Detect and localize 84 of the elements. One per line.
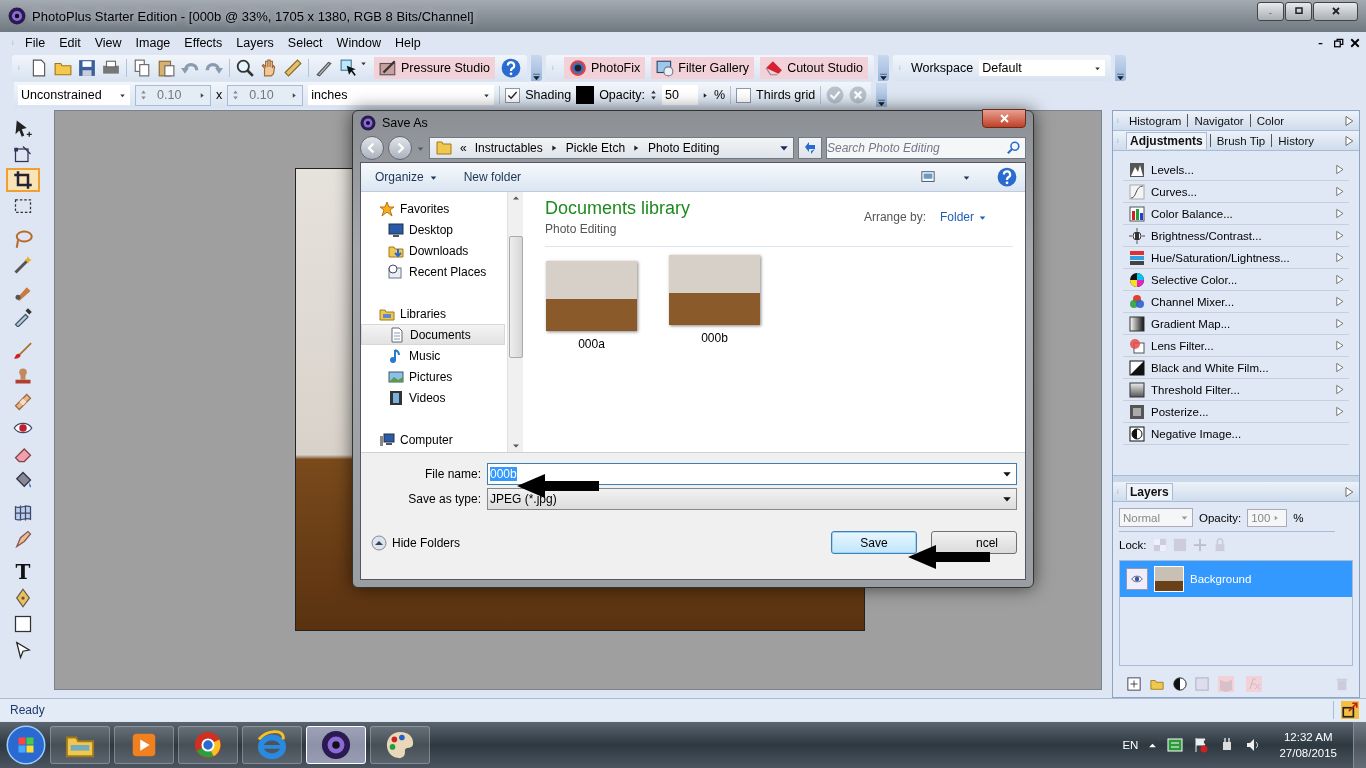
file-type-label: Save as type:: [407, 491, 481, 506]
shading-label: Shading: [525, 88, 572, 102]
panel-tab[interactable]: Histogram: [1126, 113, 1185, 128]
adjustment-item[interactable]: Black and White Film...: [1123, 357, 1349, 379]
breadcrumb-overflow[interactable]: «: [460, 141, 467, 155]
adjustment-item[interactable]: Gradient Map...: [1123, 313, 1349, 335]
clock-date[interactable]: 27/08/2015: [1279, 745, 1337, 761]
navigation-item[interactable]: Music: [361, 345, 507, 366]
percent-label: %: [1293, 511, 1304, 524]
menu-item[interactable]: Help: [388, 34, 428, 52]
adjustment-item[interactable]: Posterize...: [1123, 401, 1349, 423]
search-field[interactable]: Search Photo Editing: [826, 137, 1026, 159]
menu-item[interactable]: Layers: [229, 34, 281, 52]
panel-tab[interactable]: History: [1275, 133, 1318, 148]
navigation-item[interactable]: Desktop: [361, 219, 507, 240]
navigation-item[interactable]: Downloads: [361, 240, 507, 261]
command-button[interactable]: Organize: [375, 170, 438, 184]
lock-label: Lock:: [1119, 539, 1147, 551]
breadcrumb-item[interactable]: Pickle Etch: [565, 141, 626, 155]
arrange-by-dropdown[interactable]: Folder: [940, 210, 987, 224]
panel-tab[interactable]: Brush Tip: [1213, 133, 1269, 148]
menu-item[interactable]: Edit: [52, 34, 88, 52]
percent-label: %: [714, 88, 726, 102]
aspect-ratio-select[interactable]: Unconstrained: [18, 85, 130, 105]
menu-item[interactable]: View: [87, 34, 129, 52]
library-title: Documents library: [545, 198, 691, 219]
studio-button[interactable]: Pressure Studio: [374, 57, 495, 79]
layer-name: Background: [1190, 573, 1252, 585]
workspace-label: Workspace: [910, 61, 974, 75]
save-button[interactable]: Save: [831, 531, 917, 554]
language-indicator[interactable]: EN: [1122, 739, 1139, 751]
command-button[interactable]: New folder: [463, 170, 522, 184]
cancel-button[interactable]: ncel: [931, 531, 1017, 554]
clock-time[interactable]: 12:32 AM: [1283, 729, 1333, 745]
file-name-label[interactable]: 000b: [701, 331, 728, 345]
navigation-item[interactable]: Favorites: [361, 198, 507, 219]
units-select[interactable]: inches: [308, 85, 495, 105]
library-subtitle: Photo Editing: [545, 222, 618, 236]
studio-button[interactable]: Filter Gallery: [651, 57, 755, 79]
workspace-select[interactable]: Default: [979, 60, 1106, 76]
panel-tab[interactable]: Color: [1253, 113, 1288, 128]
adjustment-item[interactable]: Brightness/Contrast...: [1123, 225, 1349, 247]
opacity-label: Opacity:: [1199, 511, 1242, 524]
file-type-select[interactable]: JPEG (*.jpg): [487, 487, 1017, 510]
adjustment-item[interactable]: Levels...: [1123, 159, 1349, 181]
menu-item[interactable]: Image: [128, 34, 178, 52]
studio-button[interactable]: PhotoFix: [563, 57, 646, 79]
studio-button[interactable]: Cutout Studio: [760, 57, 868, 79]
file-name-label[interactable]: 000a: [578, 337, 605, 351]
adjustment-item[interactable]: Threshold Filter...: [1123, 379, 1349, 401]
navigation-item[interactable]: Documents: [361, 324, 505, 345]
arrange-by-label: Arrange by:: [863, 210, 926, 224]
opacity-label: Opacity:: [599, 88, 645, 102]
file-name-label: File name:: [423, 466, 481, 481]
panel-tab[interactable]: Adjustments: [1126, 132, 1207, 149]
opacity-field[interactable]: 50: [662, 85, 698, 105]
adjustment-item[interactable]: Hue/Saturation/Lightness...: [1123, 247, 1349, 269]
menu-item[interactable]: File: [18, 34, 53, 52]
times-label: x: [216, 88, 223, 102]
dialog-title: Save As: [382, 115, 429, 130]
adjustment-item[interactable]: Lens Filter...: [1123, 335, 1349, 357]
panel-tab[interactable]: Layers: [1126, 483, 1173, 500]
address-bar[interactable]: « Instructables Pickle Etch Photo Editing: [429, 137, 794, 159]
menu-item[interactable]: Select: [280, 34, 330, 52]
adjustment-item[interactable]: Curves...: [1123, 181, 1349, 203]
panel-tab[interactable]: Navigator: [1191, 113, 1247, 128]
navigation-item[interactable]: Libraries: [361, 303, 507, 324]
navigation-item[interactable]: Pictures: [361, 366, 507, 387]
text-tool-button[interactable]: T: [6, 560, 40, 584]
menu-item[interactable]: Effects: [177, 34, 230, 52]
navigation-item[interactable]: Videos: [361, 387, 507, 408]
breadcrumb-item[interactable]: Photo Editing: [648, 141, 720, 155]
breadcrumb-item[interactable]: Instructables: [474, 141, 543, 155]
adjustment-item[interactable]: Selective Color...: [1123, 269, 1349, 291]
adjustment-item[interactable]: Channel Mixer...: [1123, 291, 1349, 313]
menu-item[interactable]: Window: [329, 34, 389, 52]
window-title: PhotoPlus Starter Edition - [000b @ 33%, 1705 x 1380, RGB 8 Bits/Channel]: [32, 8, 475, 24]
navigation-item[interactable]: Recent Places: [361, 261, 507, 282]
adjustment-item[interactable]: Color Balance...: [1123, 203, 1349, 225]
hide-folders-button[interactable]: Hide Folders: [371, 534, 461, 551]
status-text: Ready: [10, 703, 45, 717]
navigation-item[interactable]: Computer: [361, 429, 507, 450]
thirds-grid-label: Thirds grid: [756, 88, 816, 102]
adjustment-item[interactable]: Negative Image...: [1123, 423, 1349, 445]
